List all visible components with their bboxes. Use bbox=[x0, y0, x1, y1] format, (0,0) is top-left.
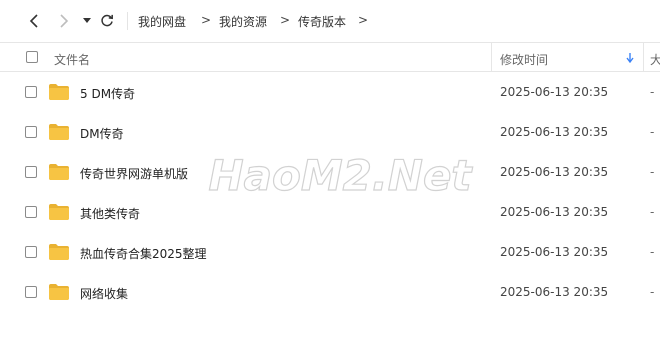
file-list-header: 文件名 修改时间 大 bbox=[0, 42, 660, 72]
back-icon bbox=[29, 14, 38, 28]
breadcrumb-separator: > bbox=[201, 13, 212, 27]
row-checkbox[interactable] bbox=[25, 246, 37, 258]
toolbar-divider bbox=[127, 12, 128, 30]
file-name[interactable]: 网络收集 bbox=[80, 285, 128, 302]
breadcrumb-separator: > bbox=[280, 13, 291, 27]
file-modified: 2025-06-13 20:35 bbox=[500, 245, 609, 259]
folder-icon bbox=[49, 244, 69, 260]
folder-icon bbox=[49, 204, 69, 220]
row-checkbox[interactable] bbox=[25, 166, 37, 178]
forward-button[interactable] bbox=[56, 10, 72, 32]
file-size: - bbox=[650, 285, 655, 299]
breadcrumb-item-my-drive[interactable]: 我的网盘 bbox=[138, 13, 186, 30]
forward-icon bbox=[60, 14, 69, 28]
file-row[interactable]: DM传奇 2025-06-13 20:35 - bbox=[0, 112, 660, 152]
sort-desc-icon[interactable] bbox=[626, 53, 634, 63]
back-button[interactable] bbox=[24, 10, 44, 32]
row-checkbox[interactable] bbox=[25, 286, 37, 298]
file-name[interactable]: 其他类传奇 bbox=[80, 205, 140, 222]
column-divider[interactable] bbox=[643, 43, 644, 71]
file-row[interactable]: 其他类传奇 2025-06-13 20:35 - bbox=[0, 192, 660, 232]
file-name[interactable]: 热血传奇合集2025整理 bbox=[80, 245, 207, 262]
file-size: - bbox=[650, 125, 655, 139]
file-row[interactable]: 5 DM传奇 2025-06-13 20:35 - bbox=[0, 72, 660, 112]
file-name[interactable]: 5 DM传奇 bbox=[80, 85, 135, 102]
file-size: - bbox=[650, 205, 655, 219]
file-modified: 2025-06-13 20:35 bbox=[500, 205, 609, 219]
row-checkbox[interactable] bbox=[25, 126, 37, 138]
breadcrumb-separator: > bbox=[358, 13, 369, 27]
folder-icon bbox=[49, 124, 69, 140]
file-modified: 2025-06-13 20:35 bbox=[500, 165, 609, 179]
file-modified: 2025-06-13 20:35 bbox=[500, 285, 609, 299]
file-size: - bbox=[650, 85, 655, 99]
file-size: - bbox=[650, 165, 655, 179]
file-name[interactable]: DM传奇 bbox=[80, 125, 124, 142]
row-checkbox[interactable] bbox=[25, 206, 37, 218]
folder-icon bbox=[49, 164, 69, 180]
file-modified: 2025-06-13 20:35 bbox=[500, 125, 609, 139]
breadcrumb-item-my-resources[interactable]: 我的资源 bbox=[219, 13, 267, 30]
refresh-icon bbox=[101, 14, 113, 27]
folder-icon bbox=[49, 284, 69, 300]
column-header-name[interactable]: 文件名 bbox=[54, 51, 90, 68]
navigation-toolbar: 我的网盘 > 我的资源 > 传奇版本 > bbox=[0, 0, 660, 42]
file-row[interactable]: 网络收集 2025-06-13 20:35 - bbox=[0, 272, 660, 312]
file-size: - bbox=[650, 245, 655, 259]
file-modified: 2025-06-13 20:35 bbox=[500, 85, 609, 99]
file-row[interactable]: 热血传奇合集2025整理 2025-06-13 20:35 - bbox=[0, 232, 660, 272]
refresh-button[interactable] bbox=[98, 10, 116, 32]
file-name[interactable]: 传奇世界网游单机版 bbox=[80, 165, 188, 182]
breadcrumb-item-legend-versions[interactable]: 传奇版本 bbox=[298, 13, 346, 30]
column-header-modified[interactable]: 修改时间 bbox=[500, 51, 548, 68]
row-checkbox[interactable] bbox=[25, 86, 37, 98]
file-row[interactable]: 传奇世界网游单机版 2025-06-13 20:35 - bbox=[0, 152, 660, 192]
column-header-size[interactable]: 大 bbox=[650, 51, 660, 68]
dropdown-icon bbox=[83, 18, 91, 23]
history-dropdown-button[interactable] bbox=[82, 10, 92, 32]
select-all-checkbox[interactable] bbox=[26, 51, 38, 63]
column-divider[interactable] bbox=[491, 43, 492, 71]
folder-icon bbox=[49, 84, 69, 100]
